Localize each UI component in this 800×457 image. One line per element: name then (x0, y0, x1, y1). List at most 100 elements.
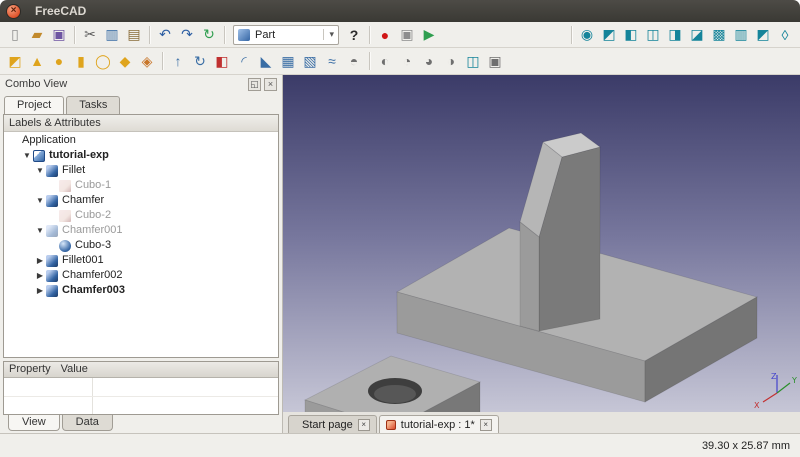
axonometric-view-icon[interactable]: ◩ (598, 24, 620, 46)
isometric-view-icon[interactable]: ◩ (752, 24, 774, 46)
front-view-icon[interactable]: ◧ (620, 24, 642, 46)
part-toolbar: ◩▲●▮◯◆◈ ↑↻◧◜◣▦▧≈◓ ◐◔◕◑◫▣ (0, 48, 800, 75)
tree-item-label: Fillet (62, 163, 85, 178)
cross-sections-icon[interactable]: ◫ (462, 50, 484, 72)
tree-expander-icon[interactable]: ▶ (34, 268, 46, 283)
fit-all-icon[interactable]: ◉ (576, 24, 598, 46)
copy-icon[interactable]: ▥ (101, 24, 123, 46)
tab-tasks[interactable]: Tasks (66, 96, 120, 114)
tree-expander-icon[interactable]: ▼ (21, 148, 33, 163)
compound-icon[interactable]: ▣ (484, 50, 506, 72)
section-icon[interactable]: ◓ (343, 50, 365, 72)
extrude-icon[interactable]: ↑ (167, 50, 189, 72)
sweep-icon[interactable]: ≈ (321, 50, 343, 72)
tab-view[interactable]: View (8, 415, 60, 431)
fillet-icon[interactable]: ◜ (233, 50, 255, 72)
macro-execute-icon[interactable]: ▶ (418, 24, 440, 46)
3d-viewport[interactable]: Z Y X (283, 75, 800, 412)
workbench-selector[interactable]: Part ▾ (233, 25, 339, 45)
tree-expander-icon[interactable]: ▼ (34, 163, 46, 178)
document-tab-label: Start page (302, 419, 353, 431)
chevron-down-icon: ▾ (323, 29, 334, 40)
window-close-button[interactable]: × (6, 4, 21, 19)
value-column-header[interactable]: Value (56, 362, 93, 377)
tree-item-icon (46, 255, 58, 267)
tab-data[interactable]: Data (62, 415, 113, 431)
tree-item-fillet[interactable]: ▼ Fillet (4, 163, 278, 178)
tree-item-cubo-2[interactable]: Cubo-2 (4, 208, 278, 223)
tree-item-application[interactable]: Application (4, 133, 278, 148)
tree-item-chamfer001[interactable]: ▼ Chamfer001 (4, 223, 278, 238)
chamfer-icon[interactable]: ◣ (255, 50, 277, 72)
model-rib-front-face[interactable] (520, 222, 539, 331)
tab-close-button[interactable]: × (480, 419, 492, 431)
tree-expander-icon[interactable]: ▶ (34, 283, 46, 298)
tree-item-label: Chamfer001 (62, 223, 123, 238)
axis-z-label: Z (771, 372, 777, 381)
tree-item-icon (46, 195, 58, 207)
measure-distance-icon[interactable]: ◊ (774, 24, 796, 46)
union-icon[interactable]: ◕ (418, 50, 440, 72)
3d-viewport-canvas[interactable]: Z Y X (283, 75, 800, 412)
tree-expander-icon[interactable]: ▼ (34, 193, 46, 208)
intersection-icon[interactable]: ◑ (440, 50, 462, 72)
top-view-icon[interactable]: ◫ (642, 24, 664, 46)
primitives-toolbar-group: ◩▲●▮◯◆◈ (4, 50, 158, 72)
create-primitives-icon[interactable]: ◆ (114, 50, 136, 72)
boolean-icon[interactable]: ◐ (374, 50, 396, 72)
sphere-icon[interactable]: ● (48, 50, 70, 72)
titlebar[interactable]: × FreeCAD (0, 0, 800, 22)
float-panel-button[interactable]: ◱ (248, 78, 261, 91)
document-tab-label: tutorial-exp : 1* (401, 419, 475, 431)
shape-builder-icon[interactable]: ◈ (136, 50, 158, 72)
macro-record-icon[interactable]: ● (374, 24, 396, 46)
main-area: Combo View ◱ × ProjectTasks Labels & Att… (0, 75, 800, 433)
whats-this-icon[interactable]: ? (343, 24, 365, 46)
tree-item-label: Cubo-1 (75, 178, 111, 193)
freecad-window: × FreeCAD ▯▰▣ ✂▥▤ ↶↷↻ Part ▾ ? ●▣▶ ◉ (0, 0, 800, 457)
new-document-icon[interactable]: ▯ (4, 24, 26, 46)
tree-item-fillet001[interactable]: ▶ Fillet001 (4, 253, 278, 268)
revolve-icon[interactable]: ↻ (189, 50, 211, 72)
toolbar-separator (224, 26, 225, 44)
cylinder-icon[interactable]: ▮ (70, 50, 92, 72)
tree-item-label: Chamfer002 (62, 268, 123, 283)
property-column-header[interactable]: Property (4, 362, 56, 377)
tab-start-page[interactable]: Start page × (288, 415, 377, 433)
tree-item-cubo-1[interactable]: Cubo-1 (4, 178, 278, 193)
tree-item-chamfer003[interactable]: ▶ Chamfer003 (4, 283, 278, 298)
redo-icon[interactable]: ↷ (176, 24, 198, 46)
close-panel-button[interactable]: × (264, 78, 277, 91)
property-editor-body[interactable] (4, 378, 278, 414)
mirror-icon[interactable]: ◧ (211, 50, 233, 72)
rear-view-icon[interactable]: ◪ (686, 24, 708, 46)
box-icon[interactable]: ◩ (4, 50, 26, 72)
tree-expander-icon[interactable]: ▼ (34, 223, 46, 238)
tab-close-button[interactable]: × (358, 419, 370, 431)
refresh-icon[interactable]: ↻ (198, 24, 220, 46)
left-view-icon[interactable]: ▥ (730, 24, 752, 46)
tab-project[interactable]: Project (4, 96, 64, 114)
tree-item-chamfer[interactable]: ▼ Chamfer (4, 193, 278, 208)
tree-item-chamfer002[interactable]: ▶ Chamfer002 (4, 268, 278, 283)
toolbar-separator (162, 52, 163, 70)
open-document-icon[interactable]: ▰ (26, 24, 48, 46)
macro-edit-icon[interactable]: ▣ (396, 24, 418, 46)
loft-icon[interactable]: ▧ (299, 50, 321, 72)
cut-boolean-icon[interactable]: ◔ (396, 50, 418, 72)
tree-item-tutorial-exp[interactable]: ▼ tutorial-exp (4, 148, 278, 163)
save-icon[interactable]: ▣ (48, 24, 70, 46)
cone-icon[interactable]: ▲ (26, 50, 48, 72)
modify-toolbar-group: ↑↻◧◜◣▦▧≈◓ (167, 50, 365, 72)
right-view-icon[interactable]: ◨ (664, 24, 686, 46)
tree-item-cubo-3[interactable]: Cubo-3 (4, 238, 278, 253)
torus-icon[interactable]: ◯ (92, 50, 114, 72)
paste-icon[interactable]: ▤ (123, 24, 145, 46)
tree-expander-icon[interactable]: ▶ (34, 253, 46, 268)
bottom-view-icon[interactable]: ▩ (708, 24, 730, 46)
ruled-surface-icon[interactable]: ▦ (277, 50, 299, 72)
document-tabbar: Start page × tutorial-exp : 1* × (283, 412, 800, 433)
undo-icon[interactable]: ↶ (154, 24, 176, 46)
tab-tutorial-exp-doc[interactable]: tutorial-exp : 1* × (379, 415, 499, 433)
cut-icon[interactable]: ✂ (79, 24, 101, 46)
